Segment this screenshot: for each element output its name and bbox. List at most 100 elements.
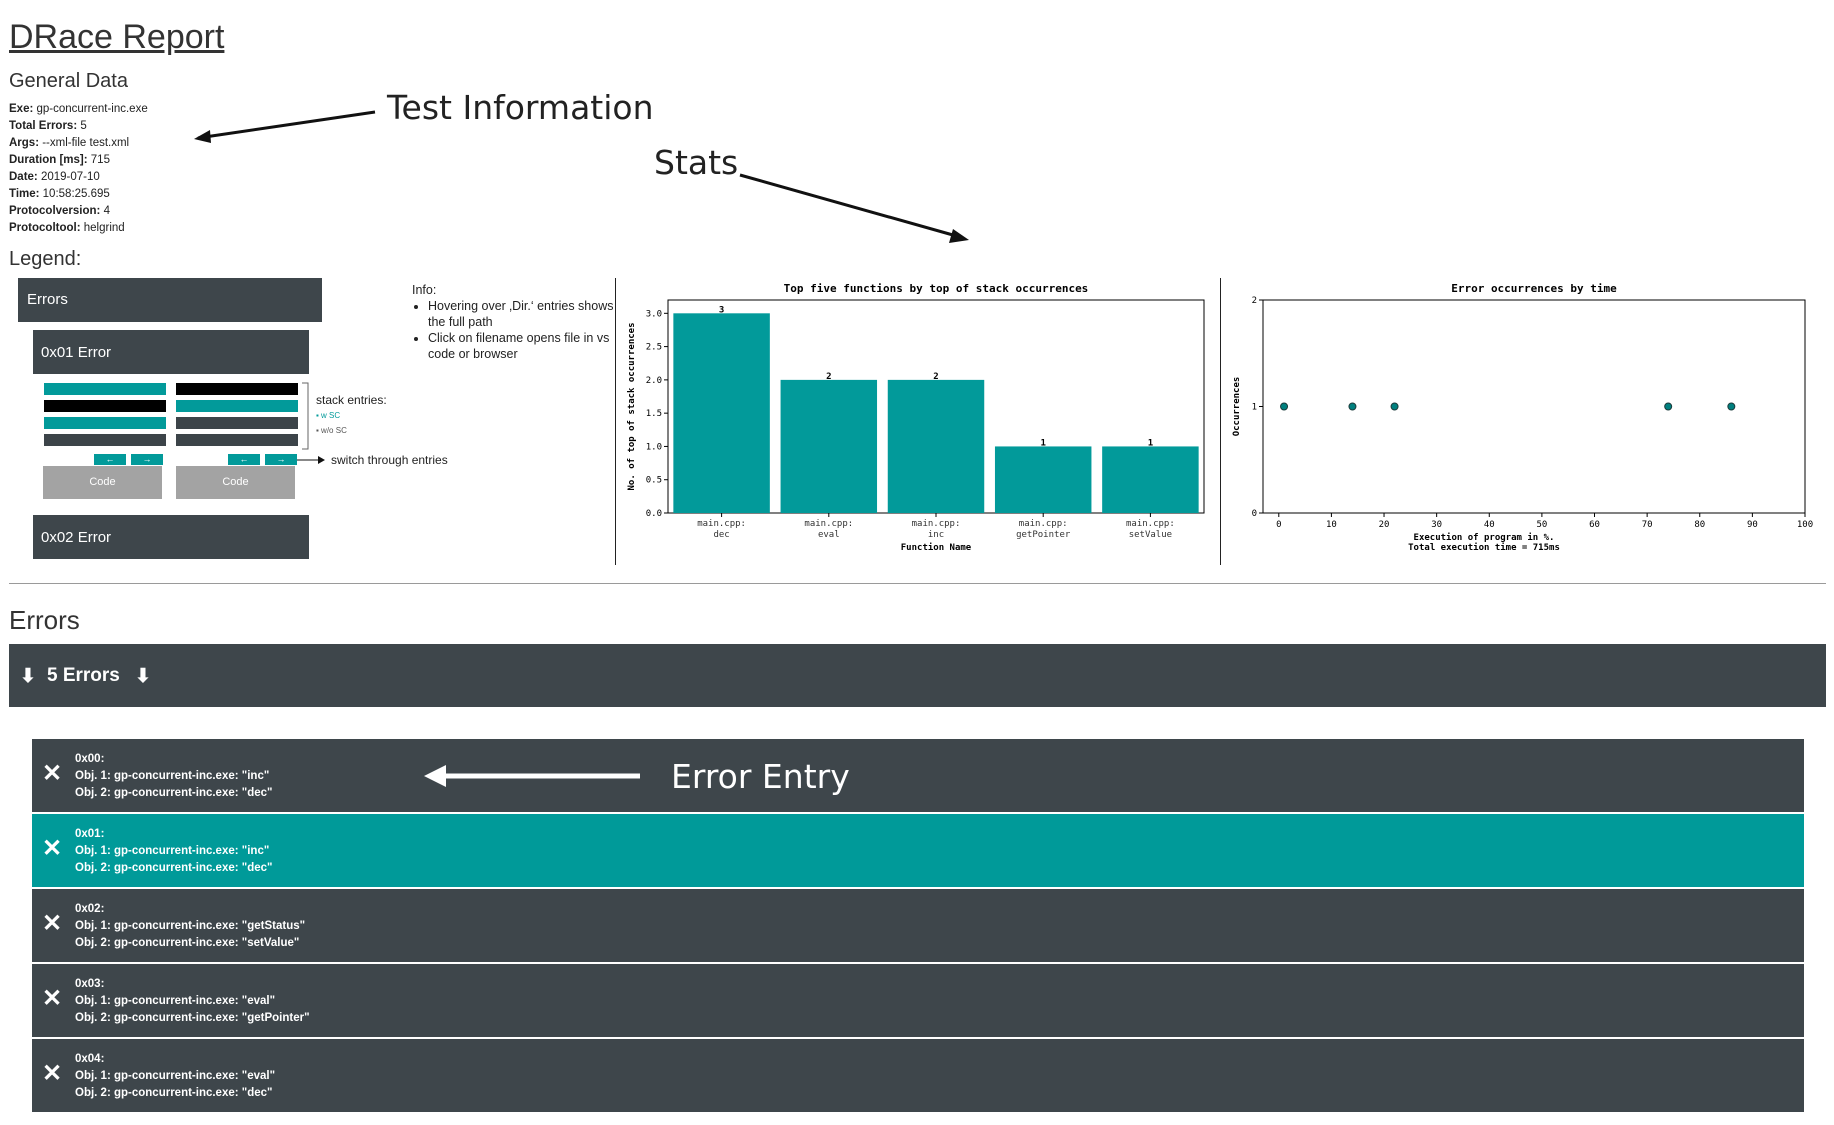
error-obj2: Obj. 2: gp-concurrent-inc.exe: "dec" bbox=[75, 862, 273, 874]
error-obj2: Obj. 2: gp-concurrent-inc.exe: "dec" bbox=[75, 1087, 273, 1099]
x-tick-label: main.cpp: bbox=[1126, 519, 1175, 529]
bar bbox=[780, 379, 878, 513]
x-tick-label: main.cpp: bbox=[804, 519, 853, 529]
legend-stack-entry-teal bbox=[44, 417, 166, 429]
error-id: 0x03: bbox=[75, 978, 105, 990]
error-entry[interactable]: ✕ 0x01: Obj. 1: gp-concurrent-inc.exe: "… bbox=[32, 814, 1804, 887]
next-entry-button[interactable]: → bbox=[265, 454, 297, 465]
plot-frame bbox=[1262, 299, 1806, 514]
close-icon[interactable]: ✕ bbox=[42, 1059, 62, 1088]
error-obj2: Obj. 2: gp-concurrent-inc.exe: "setValue… bbox=[75, 937, 300, 949]
x-tick-label: getPointer bbox=[1016, 530, 1071, 540]
errors-toggle-header[interactable]: ⬇ 5 Errors ⬇ bbox=[9, 644, 1826, 707]
error-obj2: Obj. 2: gp-concurrent-inc.exe: "dec" bbox=[75, 787, 273, 799]
y-tick-label: 1.0 bbox=[646, 442, 662, 452]
error-entry[interactable]: ✕ 0x04: Obj. 1: gp-concurrent-inc.exe: "… bbox=[32, 1039, 1804, 1112]
close-icon[interactable]: ✕ bbox=[42, 984, 62, 1013]
arrow-right-icon bbox=[297, 456, 325, 464]
x-tick-label: 60 bbox=[1589, 520, 1600, 530]
error-obj1: Obj. 1: gp-concurrent-inc.exe: "inc" bbox=[75, 845, 270, 857]
x-tick-label: 40 bbox=[1484, 520, 1495, 530]
x-axis-label: Execution of program in %. bbox=[1414, 532, 1555, 543]
legend-stack-entry-dark bbox=[176, 417, 298, 429]
field-duration: Duration [ms]: 715 bbox=[9, 154, 110, 166]
legend-stack-entry-teal bbox=[44, 383, 166, 395]
annotation-test-information: Test Information bbox=[387, 88, 654, 127]
error-entry[interactable]: ✕ 0x03: Obj. 1: gp-concurrent-inc.exe: "… bbox=[32, 964, 1804, 1037]
legend-stack-entries-label: stack entries: bbox=[316, 393, 387, 407]
data-point bbox=[1727, 402, 1736, 411]
x-axis-label: Total execution time = 715ms bbox=[1408, 542, 1560, 553]
x-tick-label: 30 bbox=[1431, 520, 1442, 530]
annotation-error-entry: Error Entry bbox=[671, 757, 850, 796]
stats-divider bbox=[615, 278, 616, 565]
close-icon[interactable]: ✕ bbox=[42, 759, 62, 788]
y-axis-label: No. of top of stack occurrences bbox=[627, 323, 637, 491]
error-obj1: Obj. 1: gp-concurrent-inc.exe: "getStatu… bbox=[75, 920, 306, 932]
error-entry[interactable]: ✕ 0x02: Obj. 1: gp-concurrent-inc.exe: "… bbox=[32, 889, 1804, 962]
bar bbox=[1102, 446, 1199, 513]
data-point bbox=[1348, 402, 1357, 411]
y-tick-label: 0.5 bbox=[646, 476, 662, 486]
stats-divider bbox=[1220, 278, 1221, 565]
bar bbox=[887, 379, 985, 513]
field-time: Time: 10:58:25.695 bbox=[9, 188, 110, 200]
legend-code-button[interactable]: Code bbox=[43, 466, 162, 499]
x-tick-label: 90 bbox=[1747, 520, 1758, 530]
legend-errors-bar: Errors bbox=[18, 278, 322, 322]
chart-title: Top five functions by top of stack occur… bbox=[784, 282, 1089, 295]
prev-entry-button[interactable]: ← bbox=[94, 454, 126, 465]
y-tick-label: 0 bbox=[1252, 509, 1257, 519]
error-obj1: Obj. 1: gp-concurrent-inc.exe: "eval" bbox=[75, 1070, 276, 1082]
x-tick-label: dec bbox=[713, 530, 729, 540]
close-icon[interactable]: ✕ bbox=[42, 909, 62, 938]
error-id: 0x01: bbox=[75, 828, 105, 840]
y-axis-label: Occurrences bbox=[1232, 377, 1242, 437]
x-tick-label: main.cpp: bbox=[697, 519, 746, 529]
legend-w-sc: ▪ w SC bbox=[316, 411, 341, 420]
legend-code-button[interactable]: Code bbox=[176, 466, 295, 499]
data-label: 1 bbox=[1040, 438, 1045, 448]
close-icon[interactable]: ✕ bbox=[42, 834, 62, 863]
field-protocolversion: Protocolversion: 4 bbox=[9, 205, 110, 217]
legend-error-item: 0x02 Error bbox=[33, 515, 309, 559]
error-obj1: Obj. 1: gp-concurrent-inc.exe: "eval" bbox=[75, 995, 276, 1007]
field-protocoltool: Protocoltool: helgrind bbox=[9, 222, 125, 234]
x-tick-label: 100 bbox=[1797, 520, 1813, 530]
info-heading: Info: bbox=[412, 283, 437, 297]
x-tick-label: 10 bbox=[1326, 520, 1337, 530]
info-bullet: Click on filename opens file in vs code … bbox=[428, 330, 614, 362]
legend-stack-column bbox=[44, 383, 166, 449]
error-id: 0x04: bbox=[75, 1053, 105, 1065]
bar bbox=[994, 446, 1092, 513]
error-id: 0x00: bbox=[75, 753, 105, 765]
x-tick-label: inc bbox=[928, 530, 944, 540]
prev-entry-button[interactable]: ← bbox=[228, 454, 260, 465]
field-args: Args: --xml-file test.xml bbox=[9, 137, 130, 149]
arrow-down-icon: ⬇ bbox=[135, 666, 151, 687]
annotation-arrow-icon bbox=[424, 765, 640, 787]
errors-count-label: 5 Errors bbox=[47, 665, 120, 686]
next-entry-button[interactable]: → bbox=[131, 454, 163, 465]
x-axis-label: Function Name bbox=[901, 542, 972, 553]
error-obj2: Obj. 2: gp-concurrent-inc.exe: "getPoint… bbox=[75, 1012, 310, 1024]
info-bullet: Hovering over ‚Dir.‘ entries shows the f… bbox=[428, 298, 614, 330]
general-data-list: Exe: gp-concurrent-inc.exe Total Errors:… bbox=[9, 101, 148, 237]
scatter-chart: Error occurrences by time0120 10 20 30 40 50 6… bbox=[1232, 282, 1813, 553]
x-tick-label: 80 bbox=[1694, 520, 1705, 530]
legend-stack-entry-black bbox=[44, 400, 166, 412]
x-tick-label: 0 bbox=[1276, 520, 1281, 530]
error-entry[interactable]: ✕ 0x00: Obj. 1: gp-concurrent-inc.exe: "… bbox=[32, 739, 1804, 812]
x-tick-label: eval bbox=[818, 530, 840, 540]
legend-stack-column bbox=[176, 383, 298, 449]
data-label: 1 bbox=[1148, 438, 1153, 448]
y-tick-label: 3.0 bbox=[646, 309, 662, 319]
y-tick-label: 1.5 bbox=[646, 409, 662, 419]
x-tick-label: main.cpp: bbox=[912, 519, 961, 529]
field-date: Date: 2019-07-10 bbox=[9, 171, 100, 183]
y-tick-label: 2 bbox=[1252, 296, 1257, 306]
field-exe: Exe: gp-concurrent-inc.exe bbox=[9, 103, 148, 115]
errors-heading: Errors bbox=[9, 605, 80, 635]
data-label: 2 bbox=[826, 372, 831, 382]
legend-error-item: 0x01 Error bbox=[33, 330, 309, 374]
